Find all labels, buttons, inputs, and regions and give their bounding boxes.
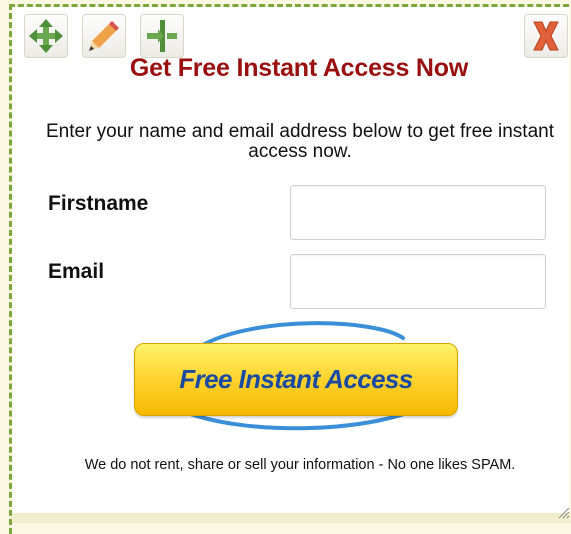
firstname-label: Firstname (48, 192, 149, 215)
edit-button[interactable] (82, 14, 126, 58)
page-title: Get Free Instant Access Now (129, 54, 469, 82)
resize-grip-icon[interactable] (556, 505, 570, 519)
free-instant-access-button[interactable]: Free Instant Access (134, 343, 458, 416)
move-icon (29, 19, 63, 53)
close-icon (533, 21, 559, 51)
intro-text: Enter your name and email address below … (45, 121, 554, 162)
split-width-icon (147, 20, 177, 52)
spam-disclaimer: We do not rent, share or sell your infor… (84, 457, 516, 473)
resize-button[interactable] (140, 14, 184, 58)
bottom-strip (12, 513, 571, 523)
email-field[interactable] (290, 254, 546, 309)
close-button[interactable] (524, 14, 568, 58)
email-label: Email (48, 260, 105, 283)
firstname-field[interactable] (290, 185, 546, 240)
move-button[interactable] (24, 14, 68, 58)
pencil-icon (89, 21, 119, 51)
